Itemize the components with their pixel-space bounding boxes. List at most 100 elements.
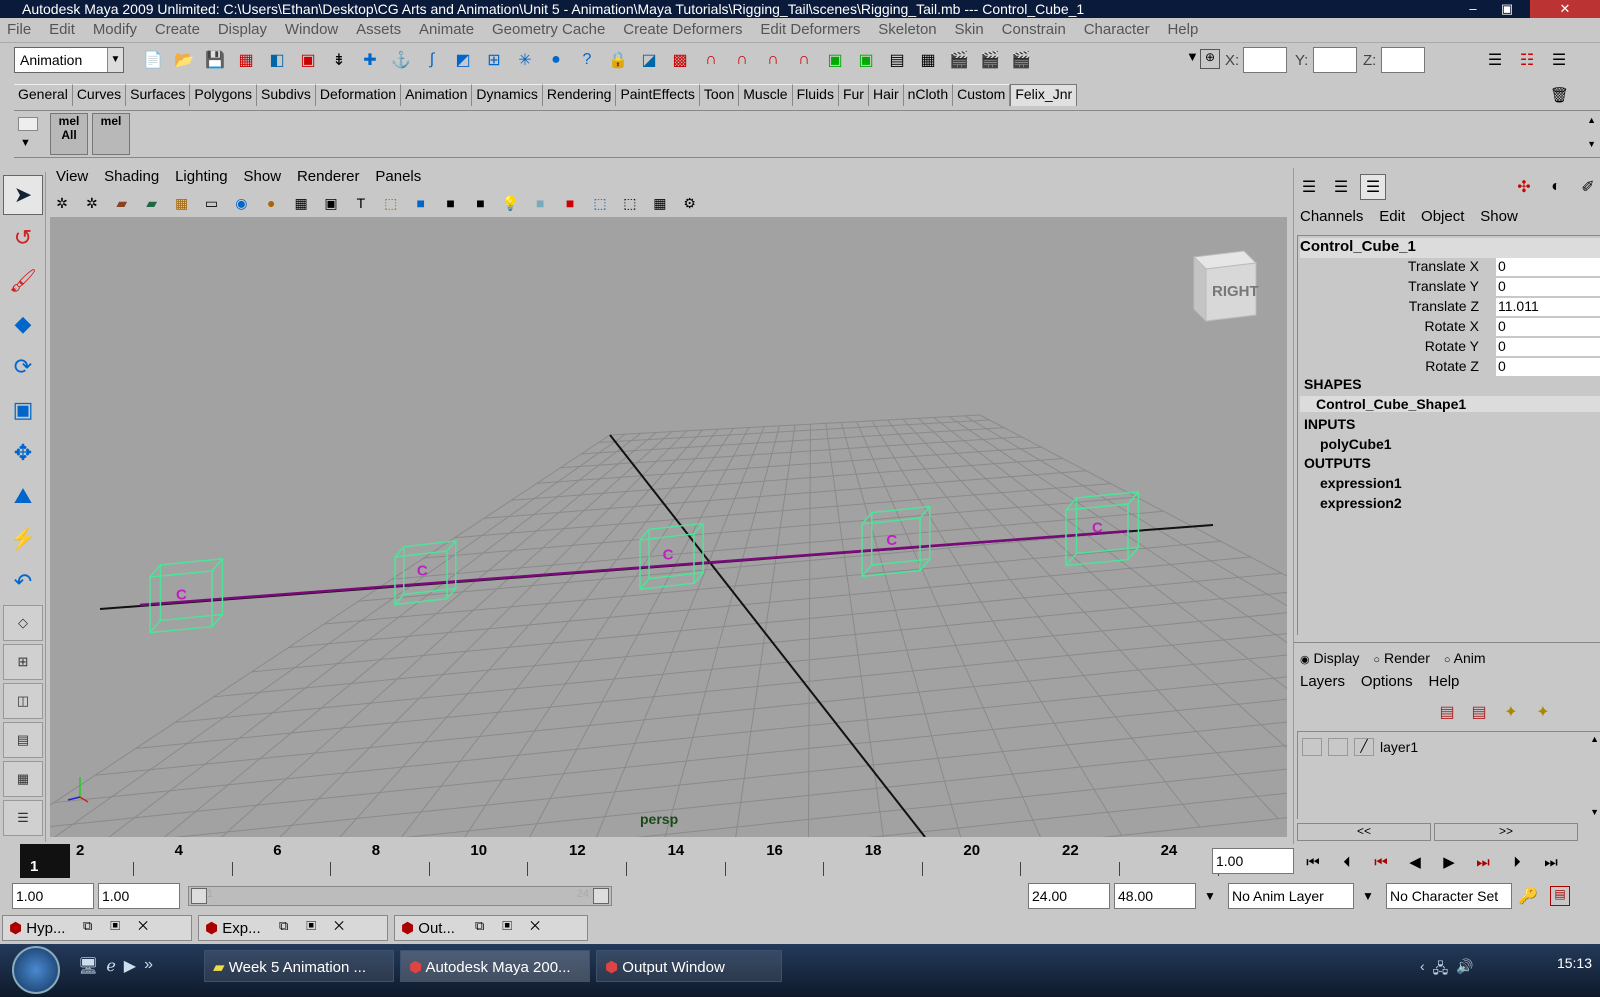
lasso-tool-icon[interactable]: ↺ xyxy=(3,218,43,258)
step-back-key-icon[interactable]: ⏮ xyxy=(1366,848,1396,876)
minimized-expression-editor[interactable]: ⬢ Exp... ⧉▣✕ xyxy=(198,915,388,941)
shape-node[interactable]: Control_Cube_Shape1 xyxy=(1300,396,1600,412)
minimized-hypershade[interactable]: ⬢ Hyp... ⧉▣✕ xyxy=(2,915,192,941)
panel-menu-show[interactable]: Show xyxy=(238,168,288,185)
shelf-trash-icon[interactable]: 🗑 xyxy=(1550,86,1569,104)
attr-value-field[interactable]: 11.011 xyxy=(1496,298,1600,316)
radio-anim[interactable]: ○ Anim xyxy=(1444,650,1486,666)
start-button[interactable] xyxy=(12,946,60,994)
menu-display[interactable]: Display xyxy=(211,19,274,40)
maximize-button[interactable]: ▣ xyxy=(1490,0,1524,18)
current-frame-marker[interactable]: 1 xyxy=(20,844,70,878)
animation-prefs-icon[interactable]: ▤ xyxy=(1550,886,1570,906)
range-slider-end-handle[interactable] xyxy=(593,888,609,904)
attribute-editor-icon[interactable]: ☰ xyxy=(1482,47,1508,73)
pick-joints-icon[interactable]: ⚓ xyxy=(388,47,414,73)
select-hierarchy-icon[interactable]: ◧ xyxy=(264,47,290,73)
shelf-tab-deformation[interactable]: Deformation xyxy=(315,84,402,106)
save-scene-icon[interactable]: 💾 xyxy=(202,47,228,73)
cb-menu-object[interactable]: Object xyxy=(1415,208,1470,225)
panel-menu-panels[interactable]: Panels xyxy=(369,168,427,185)
character-set-chevron-down-icon[interactable]: ▼ xyxy=(1362,889,1374,903)
select-component-icon[interactable]: ⇟ xyxy=(326,47,352,73)
control-cube[interactable]: C xyxy=(149,558,224,634)
menu-modify[interactable]: Modify xyxy=(86,19,144,40)
shelf-tab-curves[interactable]: Curves xyxy=(72,84,127,106)
menu-create[interactable]: Create xyxy=(148,19,207,40)
shelf-tab-surfaces[interactable]: Surfaces xyxy=(126,84,191,106)
task-output-window[interactable]: ⬢ Output Window xyxy=(596,950,782,982)
layer-editor-mode-icon[interactable]: ☰ xyxy=(1328,174,1354,200)
radio-display[interactable]: ◉ Display xyxy=(1300,650,1359,666)
pick-rendering-icon[interactable]: ● xyxy=(543,47,569,73)
playback-start-field[interactable]: 1.00 xyxy=(98,883,180,909)
play-backwards-icon[interactable]: ◀ xyxy=(1400,848,1430,876)
menu-skin[interactable]: Skin xyxy=(948,19,991,40)
hypershade-layout-icon[interactable]: ▦ xyxy=(3,761,43,797)
outliner-layout-icon[interactable]: ☰ xyxy=(3,800,43,836)
layer-scroll-down-icon[interactable]: ▼ xyxy=(1590,807,1599,817)
go-to-start-icon[interactable]: ⏮ xyxy=(1298,848,1328,876)
tool-settings-icon[interactable]: ☷ xyxy=(1514,47,1540,73)
shelf-tab-subdivs[interactable]: Subdivs xyxy=(257,84,316,106)
resolution-gate-icon[interactable]: ◉ xyxy=(229,191,253,215)
grid-toggle-icon[interactable]: ▦ xyxy=(170,191,194,215)
attr-row-rotate-x[interactable]: Rotate X 0 xyxy=(1298,318,1600,338)
range-slider[interactable]: 1 24 xyxy=(188,886,612,906)
menu-assets[interactable]: Assets xyxy=(349,19,408,40)
input-node[interactable]: polyCube1 xyxy=(1320,436,1392,452)
menu-constrain[interactable]: Constrain xyxy=(995,19,1073,40)
image-plane-icon[interactable]: ▰ xyxy=(140,191,164,215)
shadows-icon[interactable]: ■ xyxy=(558,191,582,215)
smooth-shade-icon[interactable]: ■ xyxy=(409,191,433,215)
bookmark-icon[interactable]: ▰ xyxy=(110,191,134,215)
z-field[interactable] xyxy=(1381,47,1425,73)
menu-set-selector[interactable]: Animation ▼ xyxy=(14,47,124,73)
range-slider-start-handle[interactable] xyxy=(191,888,207,904)
shelf-tab-animation[interactable]: Animation xyxy=(401,84,473,106)
chevron-down-icon[interactable]: ▼ xyxy=(1186,49,1199,64)
layer-menu-layers[interactable]: Layers xyxy=(1294,673,1351,690)
wireframe-icon[interactable]: ⬚ xyxy=(379,191,403,215)
shelf-menu-icon[interactable] xyxy=(18,117,38,131)
render-frame-icon[interactable]: 🎬 xyxy=(946,47,972,73)
task-autodesk-maya[interactable]: ⬢ Autodesk Maya 200... xyxy=(400,950,590,982)
pick-surfaces-icon[interactable]: ◩ xyxy=(450,47,476,73)
show-desktop-icon[interactable]: 🖥 xyxy=(78,956,98,976)
xray-joints-icon[interactable]: ▦ xyxy=(648,191,672,215)
layer-visibility-toggle[interactable] xyxy=(1302,738,1322,756)
layer-scroll-left[interactable]: << xyxy=(1297,823,1431,841)
channel-box-mode-icon[interactable]: ☰ xyxy=(1296,174,1322,200)
pick-dynamics-icon[interactable]: ✳ xyxy=(512,47,538,73)
new-layer-icon[interactable]: ✦ xyxy=(1498,699,1524,725)
layer-scroll-right[interactable]: >> xyxy=(1434,823,1578,841)
auto-key-icon[interactable]: 🔑 xyxy=(1518,886,1538,906)
channel-box-icon[interactable]: ☰ xyxy=(1546,47,1572,73)
shelf-tab-felix-jnr[interactable]: Felix_Jnr xyxy=(1010,84,1078,106)
animation-end-field[interactable]: 48.00 xyxy=(1114,883,1196,909)
layer-display-type-toggle[interactable] xyxy=(1328,738,1348,756)
film-gate-icon[interactable]: ▭ xyxy=(199,191,223,215)
viewport-scene[interactable]: C C C C C xyxy=(50,217,1287,837)
min-window-controls-icon[interactable]: ⧉▣✕ xyxy=(475,918,558,934)
construction-history-icon[interactable]: ▤ xyxy=(884,47,910,73)
use-all-lights-icon[interactable]: 💡 xyxy=(498,191,522,215)
menu-edit[interactable]: Edit xyxy=(42,19,82,40)
flat-shade-icon[interactable]: ■ xyxy=(439,191,463,215)
isolate-select-icon[interactable]: ⬚ xyxy=(588,191,612,215)
min-window-controls-icon[interactable]: ⧉▣✕ xyxy=(279,918,362,934)
menu-file[interactable]: File xyxy=(0,19,38,40)
panel-menu-lighting[interactable]: Lighting xyxy=(169,168,234,185)
view-cube[interactable]: RIGHT xyxy=(1190,247,1260,323)
control-cube[interactable]: C xyxy=(639,522,704,591)
close-button[interactable]: ✕ xyxy=(1530,0,1600,18)
layer-scroll-up-icon[interactable]: ▲ xyxy=(1590,734,1599,744)
step-forward-key-icon[interactable]: ⏭ xyxy=(1468,848,1498,876)
last-tool-icon[interactable]: ↶ xyxy=(3,562,43,602)
select-camera-icon[interactable]: ✲ xyxy=(50,191,74,215)
anim-layer-chevron-down-icon[interactable]: ▼ xyxy=(1204,889,1216,903)
mel-shelf-button-1[interactable]: mel All xyxy=(50,113,88,155)
bounding-box-icon[interactable]: ■ xyxy=(468,191,492,215)
new-layer-selected-icon[interactable]: ✦ xyxy=(1530,699,1556,725)
shelf-tab-general[interactable]: General xyxy=(14,84,73,106)
